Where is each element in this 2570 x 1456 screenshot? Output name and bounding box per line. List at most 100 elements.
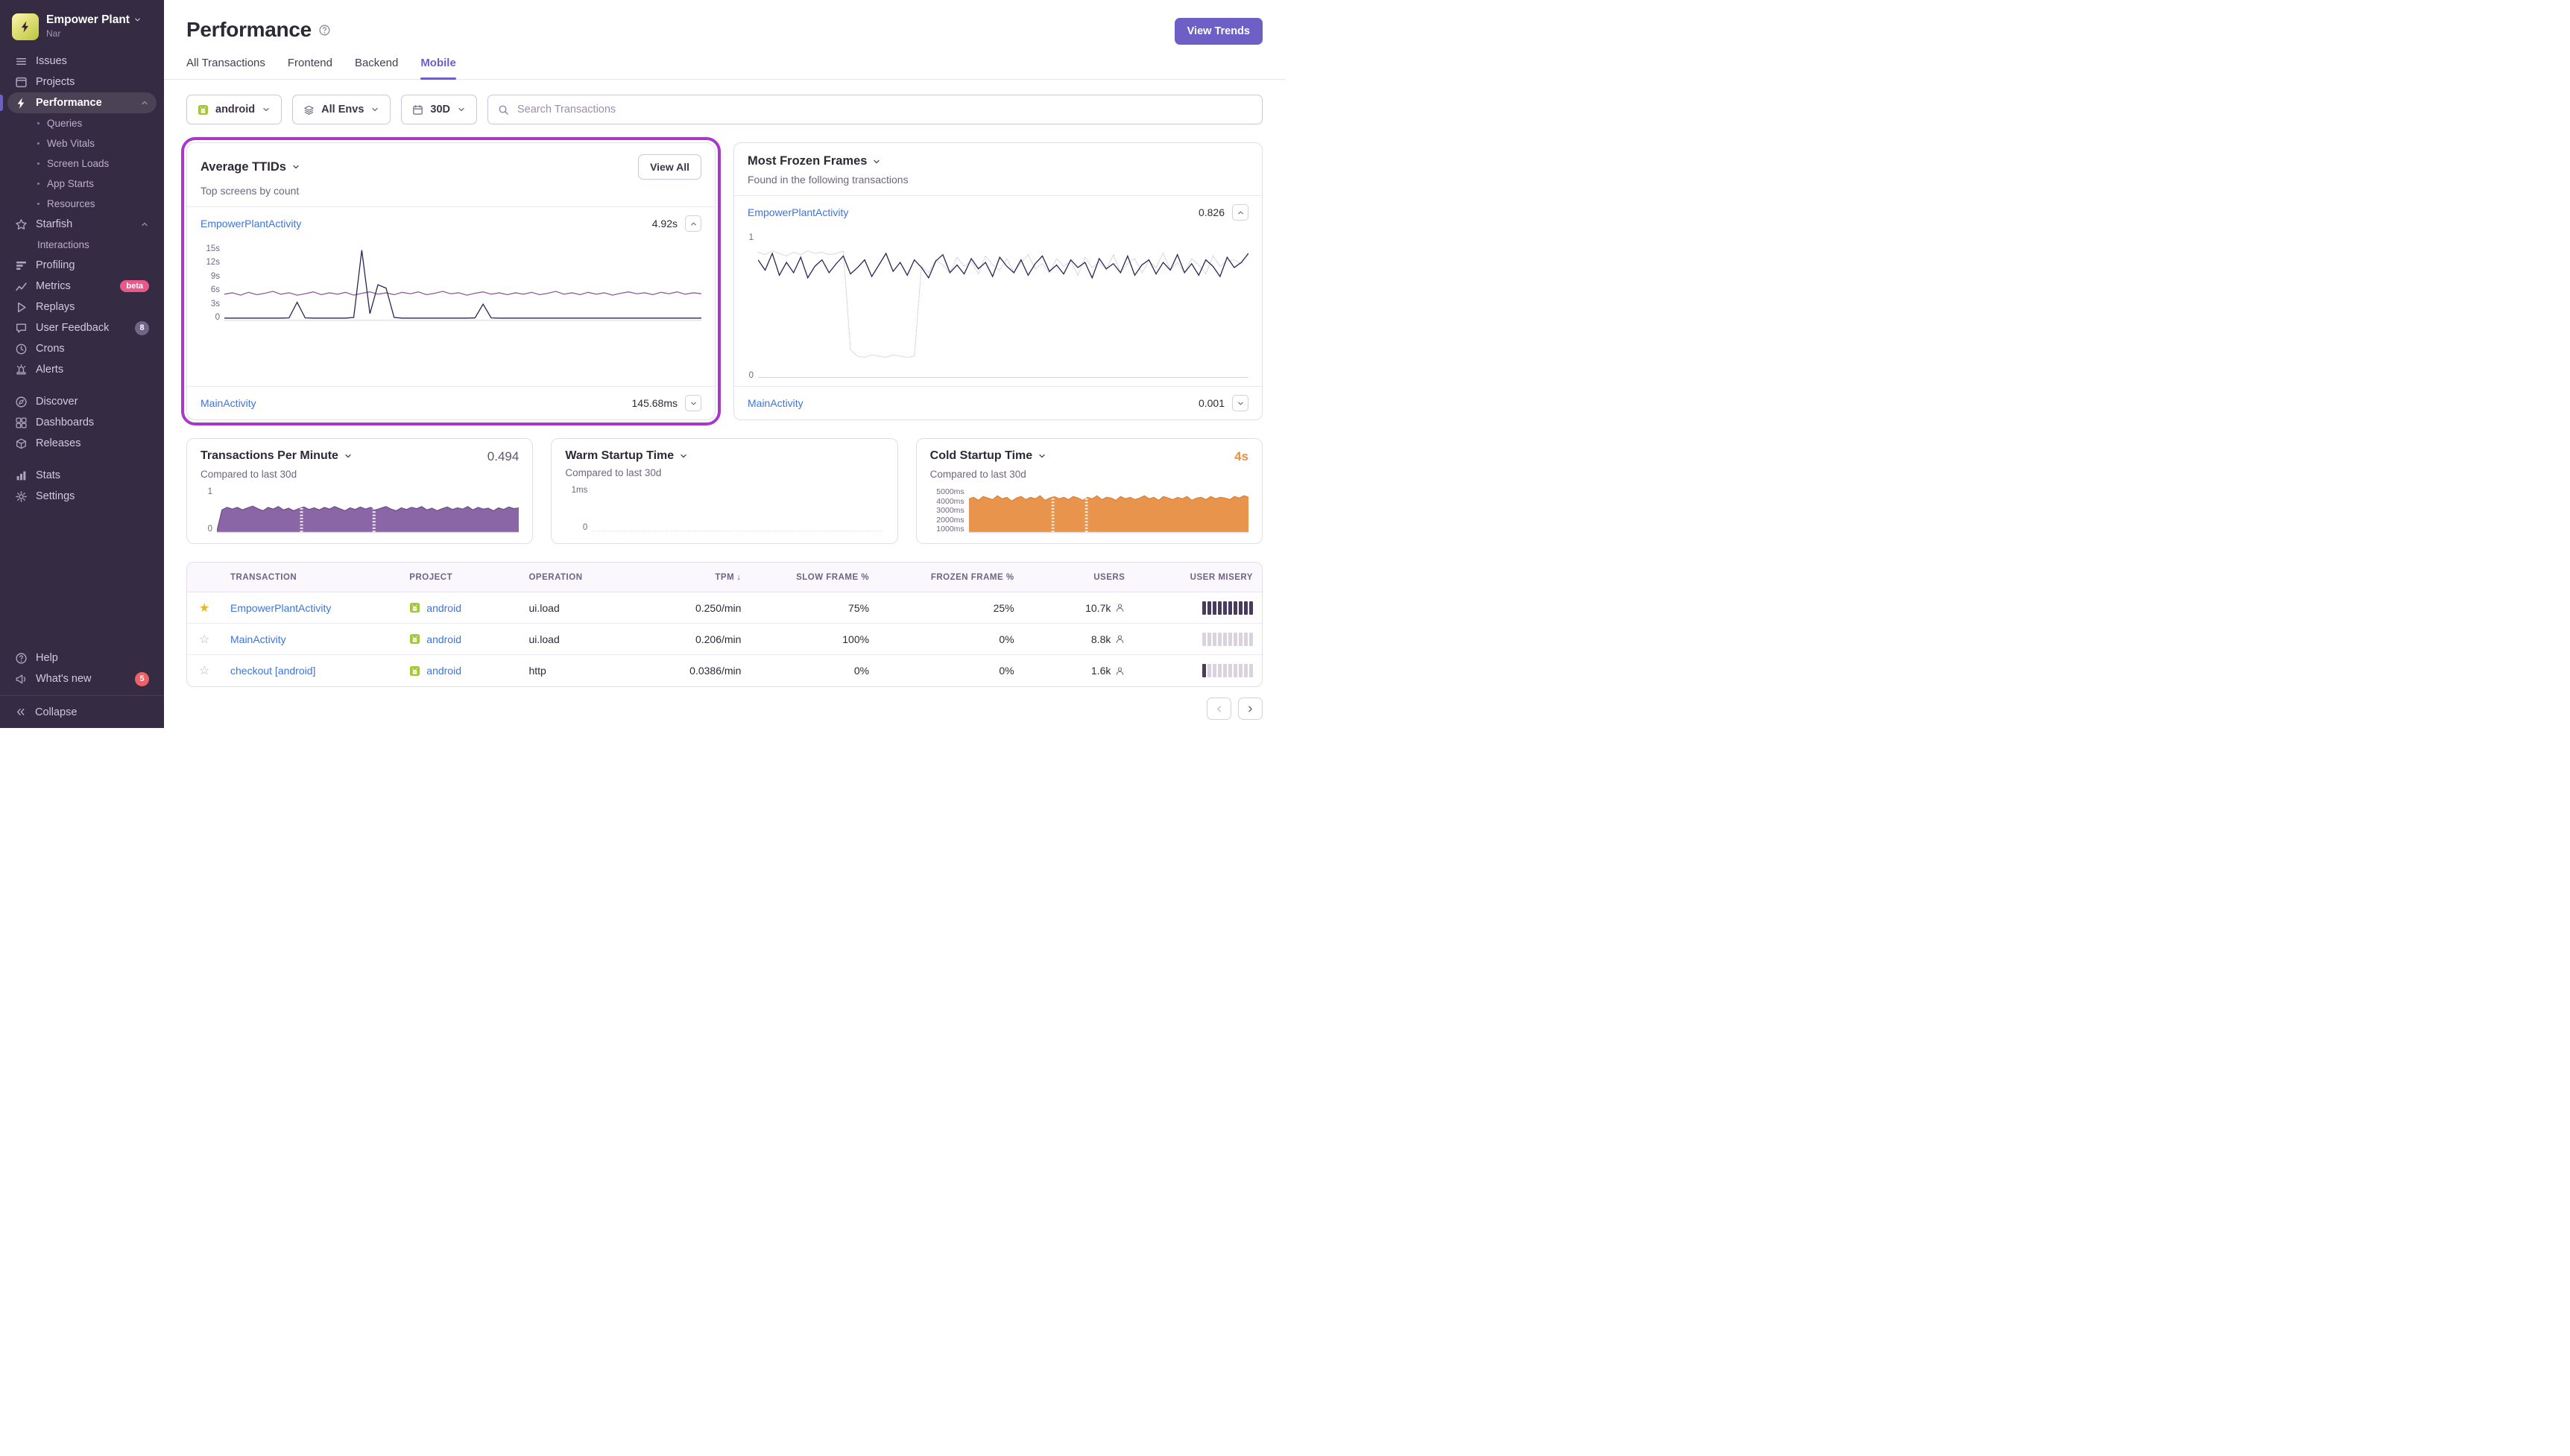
- column-header-users[interactable]: USERS: [1023, 573, 1134, 582]
- misery-bar: [1239, 633, 1243, 646]
- sidebar-subitem-screen-loads[interactable]: Screen Loads: [7, 153, 157, 174]
- sidebar-item-releases[interactable]: Releases: [7, 433, 157, 454]
- column-header-slow-frame-[interactable]: SLOW FRAME %: [750, 573, 878, 582]
- y-axis-labels: 15s12s9s6s3s0: [195, 244, 220, 322]
- average-ttids-title-dropdown[interactable]: Average TTIDs: [201, 160, 300, 174]
- feedback-icon: [15, 322, 28, 335]
- sidebar-subitem-queries[interactable]: Queries: [7, 113, 157, 133]
- sidebar: Empower Plant Nar IssuesProjectsPerforma…: [0, 0, 164, 728]
- sidebar-item-user-feedback[interactable]: User Feedback8: [7, 317, 157, 338]
- view-trends-button[interactable]: View Trends: [1175, 18, 1263, 45]
- misery-bar: [1213, 633, 1216, 646]
- sidebar-item-performance[interactable]: Performance: [7, 92, 157, 113]
- sidebar-item-issues[interactable]: Issues: [7, 51, 157, 72]
- previous-page-button[interactable]: [1207, 697, 1231, 720]
- column-header-user-misery[interactable]: USER MISERY: [1134, 573, 1262, 582]
- sidebar-item-whats-new[interactable]: What's new5: [7, 668, 157, 689]
- project-cell[interactable]: android: [400, 665, 520, 677]
- sidebar-item-stats[interactable]: Stats: [7, 465, 157, 486]
- search-input[interactable]: [516, 103, 1252, 116]
- environment-filter-dropdown[interactable]: All Envs: [292, 95, 391, 124]
- collapse-row-button[interactable]: [1232, 204, 1248, 221]
- sidebar-item-profiling[interactable]: Profiling: [7, 255, 157, 276]
- org-switcher[interactable]: Empower Plant Nar: [0, 9, 164, 51]
- sidebar-item-metrics[interactable]: Metricsbeta: [7, 276, 157, 297]
- sidebar-subitem-resources[interactable]: Resources: [7, 194, 157, 214]
- column-header-operation[interactable]: OPERATION: [520, 573, 631, 582]
- transaction-link[interactable]: EmpowerPlantActivity: [201, 218, 652, 230]
- sidebar-subitem-label: Resources: [47, 198, 95, 209]
- project-filter-dropdown[interactable]: android: [186, 95, 282, 124]
- y-tick-label: 12s: [206, 258, 220, 267]
- person-icon: [1115, 603, 1125, 613]
- transaction-link[interactable]: checkout [android]: [221, 665, 400, 677]
- sidebar-item-alerts[interactable]: Alerts: [7, 359, 157, 380]
- misery-bar: [1244, 664, 1248, 677]
- page-header: Performance View Trends: [164, 0, 1285, 45]
- sidebar-subitem-app-starts[interactable]: App Starts: [7, 174, 157, 194]
- card-subtitle: Top screens by count: [201, 185, 701, 197]
- y-tick-label: 3s: [211, 300, 220, 308]
- cold-startup-title-dropdown[interactable]: Cold Startup Time: [930, 449, 1047, 463]
- sidebar-subitem-label: Interactions: [37, 239, 89, 250]
- org-avatar: [12, 13, 39, 40]
- pagination: [186, 697, 1263, 720]
- search-icon: [498, 104, 509, 115]
- frozen-frames-title-dropdown[interactable]: Most Frozen Frames: [748, 154, 881, 168]
- misery-bar: [1218, 601, 1222, 615]
- tpm-title-dropdown[interactable]: Transactions Per Minute: [201, 449, 353, 463]
- badge-whats-new: 5: [135, 672, 149, 686]
- next-page-button[interactable]: [1238, 697, 1263, 720]
- chevron-up-icon: [1237, 209, 1245, 217]
- transaction-link[interactable]: MainActivity: [221, 633, 400, 645]
- transaction-link[interactable]: EmpowerPlantActivity: [748, 206, 1199, 218]
- column-header-label: USERS: [1093, 573, 1125, 582]
- tpm-value: 0.0386/min: [689, 665, 741, 677]
- tab-all-transactions[interactable]: All Transactions: [186, 57, 265, 79]
- projects-icon: [15, 76, 28, 89]
- project-cell[interactable]: android: [400, 633, 520, 645]
- stats-icon: [15, 469, 28, 482]
- collapse-row-button[interactable]: [685, 215, 701, 232]
- transaction-link[interactable]: EmpowerPlantActivity: [221, 602, 400, 614]
- sidebar-subitem-interactions[interactable]: Interactions: [7, 235, 157, 255]
- sidebar-item-settings[interactable]: Settings: [7, 486, 157, 507]
- tab-mobile[interactable]: Mobile: [420, 57, 456, 79]
- star-outline-icon[interactable]: ☆: [187, 663, 221, 678]
- column-header-frozen-frame-[interactable]: FROZEN FRAME %: [878, 573, 1023, 582]
- bullet-dot: [37, 122, 40, 124]
- tab-frontend[interactable]: Frontend: [288, 57, 332, 79]
- sidebar-item-replays[interactable]: Replays: [7, 297, 157, 317]
- column-header-tpm[interactable]: TPM↓: [631, 573, 750, 582]
- expand-row-button[interactable]: [685, 395, 701, 411]
- sidebar-item-crons[interactable]: Crons: [7, 338, 157, 359]
- date-range-dropdown[interactable]: 30D: [401, 95, 477, 124]
- sidebar-subitem-web-vitals[interactable]: Web Vitals: [7, 133, 157, 153]
- sidebar-item-starfish[interactable]: Starfish: [7, 214, 157, 235]
- sidebar-item-discover[interactable]: Discover: [7, 391, 157, 412]
- chevron-up-icon: [689, 220, 698, 228]
- org-name: Empower Plant: [46, 13, 130, 27]
- transaction-link[interactable]: MainActivity: [748, 397, 1199, 409]
- badge-user-feedback: 8: [135, 321, 149, 335]
- tab-backend[interactable]: Backend: [355, 57, 398, 79]
- sidebar-item-dashboards[interactable]: Dashboards: [7, 412, 157, 433]
- transaction-link[interactable]: MainActivity: [201, 397, 632, 409]
- sidebar-collapse-button[interactable]: Collapse: [0, 695, 164, 728]
- project-cell[interactable]: android: [400, 602, 520, 614]
- warm-startup-title-dropdown[interactable]: Warm Startup Time: [565, 449, 688, 463]
- tpm-value: 0.494: [487, 449, 520, 464]
- expand-row-button[interactable]: [1232, 395, 1248, 411]
- star-filled-icon[interactable]: ★: [187, 601, 221, 615]
- help-circle-icon[interactable]: [318, 24, 331, 37]
- project-name: android: [426, 602, 461, 614]
- most-frozen-frames-chart: [758, 233, 1248, 380]
- column-header-project[interactable]: PROJECT: [400, 573, 520, 582]
- transactions-per-minute-card: Transactions Per Minute 0.494 Compared t…: [186, 438, 533, 544]
- sidebar-item-projects[interactable]: Projects: [7, 72, 157, 92]
- misery-bar: [1213, 664, 1216, 677]
- view-all-button[interactable]: View All: [638, 154, 701, 180]
- sidebar-item-help[interactable]: Help: [7, 648, 157, 668]
- star-outline-icon[interactable]: ☆: [187, 632, 221, 647]
- column-header-transaction[interactable]: TRANSACTION: [221, 573, 400, 582]
